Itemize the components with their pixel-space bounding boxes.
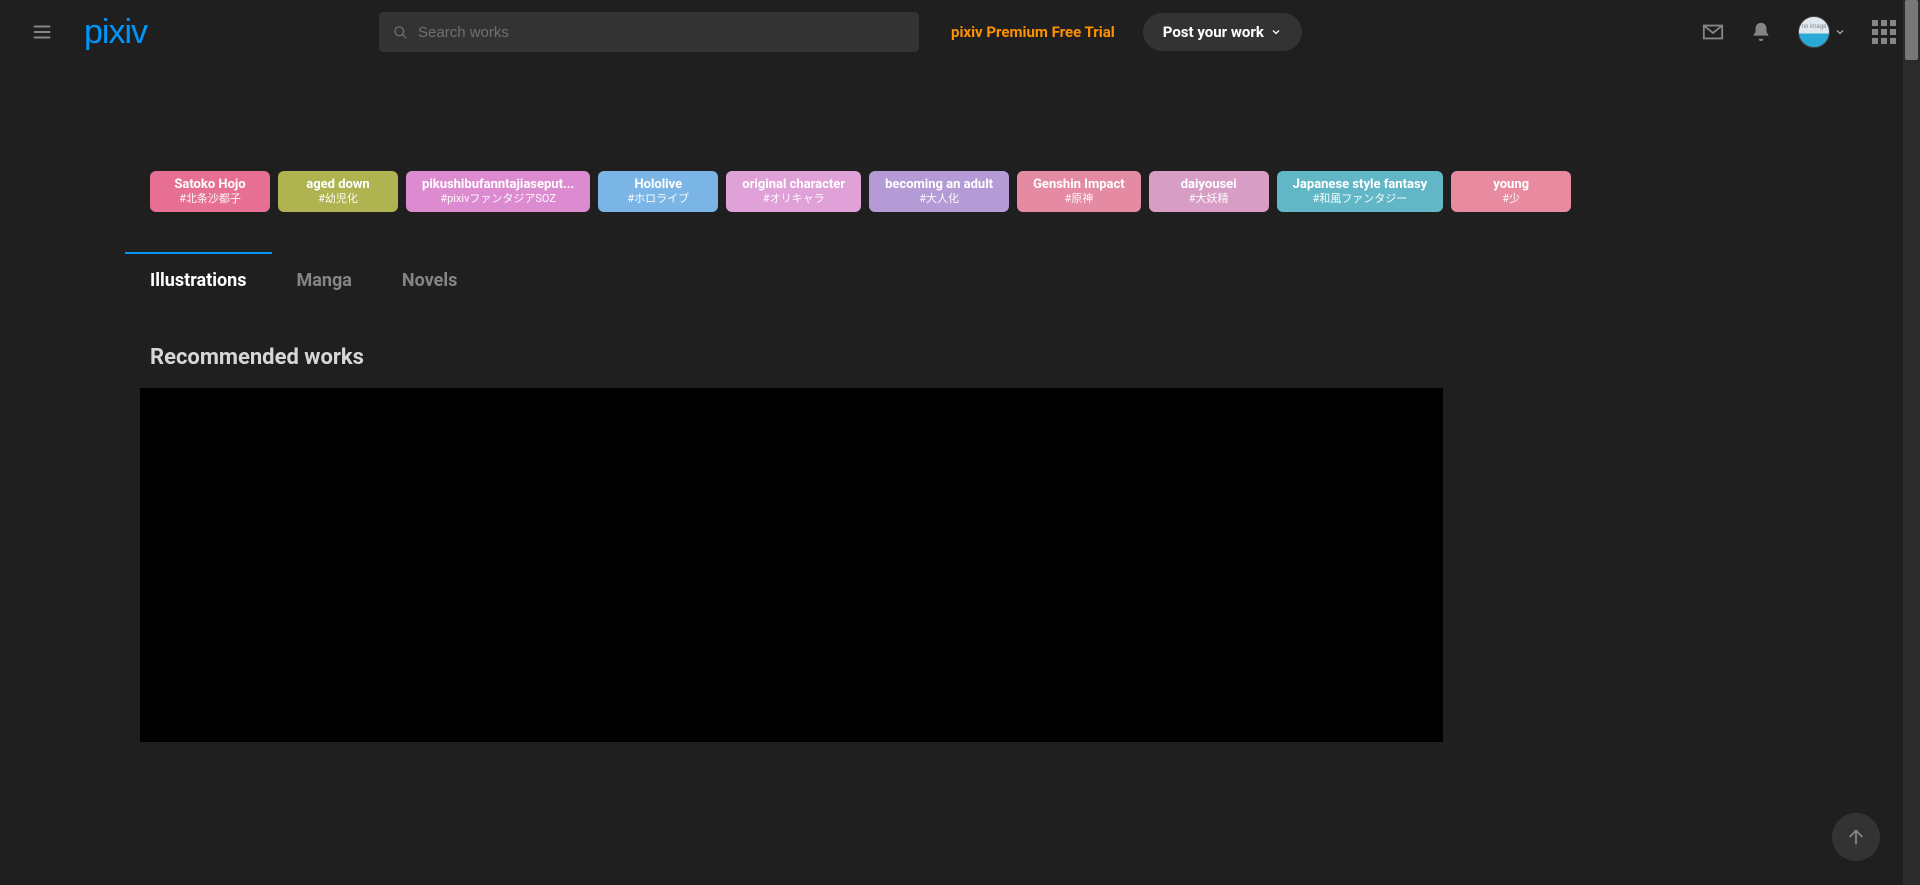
tag-chip-sub: #原神	[1064, 192, 1093, 205]
avatar	[1798, 16, 1830, 48]
premium-link[interactable]: pixiv Premium Free Trial	[951, 23, 1115, 41]
search-box[interactable]	[379, 12, 919, 52]
tab-manga[interactable]: Manga	[297, 254, 352, 309]
tag-chip[interactable]: aged down#幼児化	[278, 171, 398, 212]
tag-chip[interactable]: pikushibufanntajiaseput...#pixivファンタジアSO…	[406, 171, 590, 212]
tag-chip-sub: #大人化	[919, 192, 959, 205]
tag-chip-sub: #北条沙都子	[179, 192, 241, 205]
tab-illustrations[interactable]: Illustrations	[150, 254, 247, 309]
tag-chip[interactable]: becoming an adult#大人化	[869, 171, 1009, 212]
apps-grid-icon[interactable]	[1872, 20, 1896, 44]
search-input[interactable]	[418, 24, 905, 41]
chevron-down-icon	[1834, 23, 1846, 42]
header-bar: pixiv pixiv Premium Free Trial Post your…	[0, 0, 1920, 64]
tag-chip-main: pikushibufanntajiaseput...	[422, 177, 574, 193]
tag-chip-main: Satoko Hojo	[174, 177, 245, 193]
tag-chip[interactable]: Genshin Impact#原神	[1017, 171, 1141, 212]
tag-chip-main: daiyousei	[1181, 177, 1237, 193]
scrollbar-thumb[interactable]	[1905, 0, 1918, 60]
pixiv-logo[interactable]: pixiv	[84, 13, 147, 52]
tag-chip-main: young	[1493, 177, 1529, 193]
header-right	[1702, 16, 1904, 48]
account-menu[interactable]	[1798, 16, 1846, 48]
tag-chip[interactable]: Japanese style fantasy#和風ファンタジー	[1277, 171, 1444, 212]
mail-icon[interactable]	[1702, 21, 1724, 43]
scroll-to-top-button[interactable]	[1832, 813, 1880, 861]
tag-chip[interactable]: Satoko Hojo#北条沙都子	[150, 171, 270, 212]
recommended-works-area	[140, 388, 1443, 742]
bell-icon[interactable]	[1750, 21, 1772, 43]
tag-chip-main: Japanese style fantasy	[1293, 177, 1428, 193]
post-work-label: Post your work	[1163, 23, 1264, 41]
tag-chip[interactable]: daiyousei#大妖精	[1149, 171, 1269, 212]
tag-chip-sub: #pixivファンタジアSOZ	[440, 192, 556, 205]
tag-chip-main: original character	[742, 177, 845, 193]
chevron-down-icon	[1270, 26, 1282, 38]
tag-chip-main: aged down	[306, 177, 369, 193]
banner-space	[0, 64, 1920, 171]
section-title: Recommended works	[0, 345, 1920, 370]
tag-chip-sub: #幼児化	[318, 192, 358, 205]
tag-chip-main: Genshin Impact	[1033, 177, 1125, 193]
menu-icon[interactable]	[24, 14, 60, 50]
tag-chip[interactable]: original character#オリキャラ	[726, 171, 861, 212]
tag-chip[interactable]: young#少	[1451, 171, 1571, 212]
search-icon	[393, 25, 408, 40]
tag-chips-row: Satoko Hojo#北条沙都子aged down#幼児化pikushibuf…	[0, 171, 1920, 212]
tag-chip-sub: #大妖精	[1189, 192, 1229, 205]
tag-chip-main: Hololive	[634, 177, 682, 193]
tag-chip-sub: #ホロライブ	[627, 192, 689, 205]
content-tabs: Illustrations Manga Novels	[0, 254, 1920, 309]
tag-chip-sub: #オリキャラ	[763, 192, 825, 205]
post-work-button[interactable]: Post your work	[1143, 13, 1302, 51]
tag-chip[interactable]: Hololive#ホロライブ	[598, 171, 718, 212]
tag-chip-sub: #少	[1502, 192, 1520, 205]
scrollbar[interactable]	[1903, 0, 1920, 885]
tab-novels[interactable]: Novels	[402, 254, 457, 309]
tag-chip-main: becoming an adult	[885, 177, 993, 193]
tag-chip-sub: #和風ファンタジー	[1313, 192, 1408, 205]
